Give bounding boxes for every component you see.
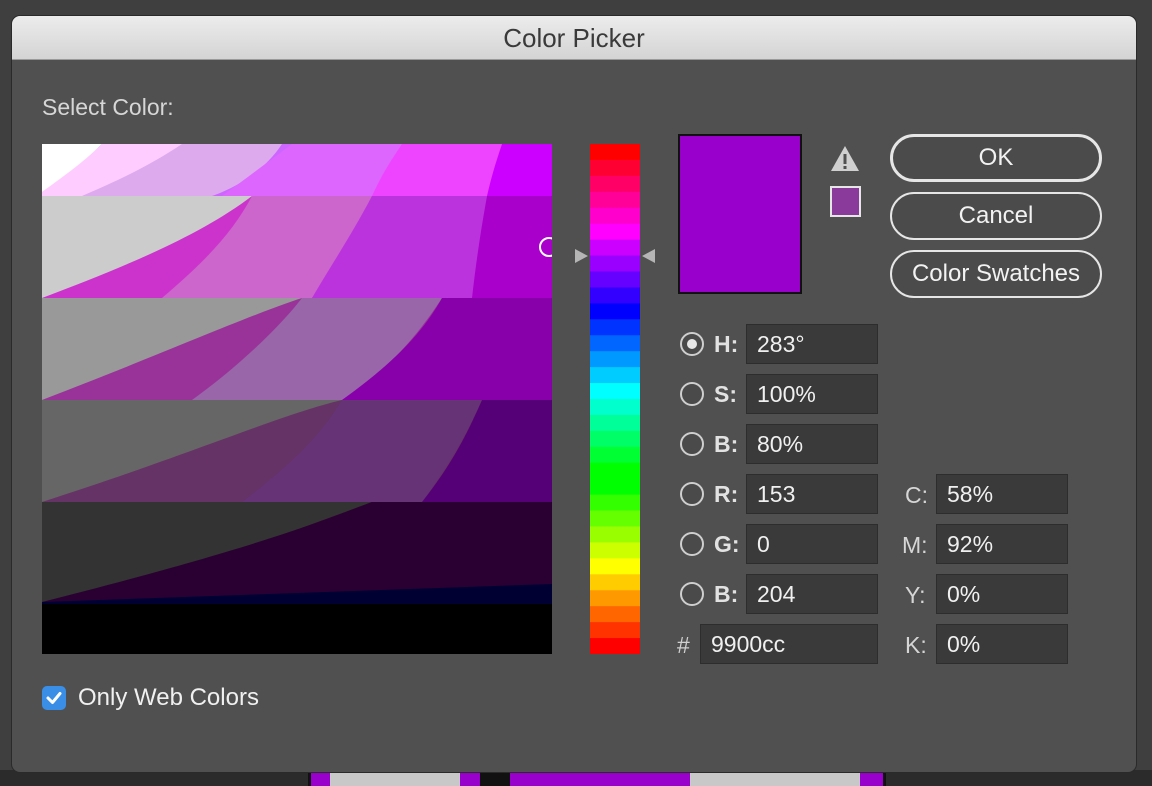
hue-step <box>590 590 640 607</box>
hue-step <box>590 526 640 544</box>
saturation-label: S: <box>714 381 737 407</box>
only-web-colors-checkbox[interactable] <box>42 686 66 710</box>
hue-step <box>590 144 640 161</box>
hue-step <box>590 462 640 480</box>
green-label: G: <box>714 531 740 557</box>
color-field[interactable] <box>42 144 552 654</box>
hue-step <box>590 430 640 448</box>
hue-step <box>590 271 640 289</box>
hue-step <box>590 367 640 384</box>
hue-step <box>590 558 640 575</box>
hue-step <box>590 574 640 591</box>
magenta-label: M: <box>902 532 928 558</box>
background-artwork-shape <box>690 770 860 786</box>
hue-label: H: <box>714 331 739 357</box>
blue-radio[interactable] <box>680 582 704 606</box>
cancel-button[interactable]: Cancel <box>890 192 1102 240</box>
saturation-radio[interactable] <box>680 382 704 406</box>
checkmark-icon <box>46 692 62 704</box>
slider-handle-left-icon[interactable] <box>575 249 588 263</box>
hue-step <box>590 510 640 528</box>
blue-label: B: <box>714 581 739 607</box>
hue-step <box>590 351 640 368</box>
yellow-label: Y: <box>905 582 926 608</box>
green-radio[interactable] <box>680 532 704 556</box>
hue-input[interactable]: 283° <box>746 324 878 364</box>
hue-radio[interactable] <box>680 332 704 356</box>
green-input[interactable]: 0 <box>746 524 878 564</box>
saturation-input[interactable]: 100% <box>746 374 878 414</box>
hue-step <box>590 303 640 320</box>
hue-step <box>590 414 640 432</box>
background-artwork-shape <box>480 770 510 786</box>
websafe-color-swatch[interactable] <box>830 186 861 217</box>
cyan-label: C: <box>905 482 928 508</box>
color-preview <box>678 134 802 294</box>
hue-step <box>590 319 640 336</box>
ok-button[interactable]: OK <box>890 134 1102 182</box>
hue-step <box>590 638 640 654</box>
brightness-input[interactable]: 80% <box>746 424 878 464</box>
hex-label: # <box>677 632 690 658</box>
black-input[interactable]: 0% <box>936 624 1068 664</box>
hue-step <box>590 622 640 639</box>
hue-step <box>590 494 640 512</box>
yellow-input[interactable]: 0% <box>936 574 1068 614</box>
window-title: Color Picker <box>503 23 645 53</box>
hue-step <box>590 175 640 193</box>
hue-step <box>590 606 640 623</box>
blue-input[interactable]: 204 <box>746 574 878 614</box>
hue-step <box>590 223 640 241</box>
select-color-label: Select Color: <box>42 94 174 120</box>
hue-slider[interactable] <box>590 144 640 654</box>
brightness-radio[interactable] <box>680 432 704 456</box>
red-label: R: <box>714 481 739 507</box>
hue-step <box>590 287 640 304</box>
hue-step <box>590 383 640 400</box>
hue-step <box>590 399 640 416</box>
black-label: K: <box>905 632 927 658</box>
color-picker-dialog: Color Picker Select Color: OK Cancel Col… <box>12 16 1136 772</box>
title-bar[interactable]: Color Picker <box>12 16 1136 60</box>
hue-step <box>590 335 640 352</box>
hue-step <box>590 239 640 257</box>
hue-step <box>590 255 640 273</box>
background-artwork-shape <box>330 770 460 786</box>
magenta-input[interactable]: 92% <box>936 524 1068 564</box>
hue-step <box>590 207 640 225</box>
hex-input[interactable]: 9900cc <box>700 624 878 664</box>
slider-handle-right-icon[interactable] <box>642 249 655 263</box>
desktop-background <box>0 770 1152 786</box>
hue-step <box>590 159 640 177</box>
hue-step <box>590 542 640 559</box>
cyan-input[interactable]: 58% <box>936 474 1068 514</box>
red-radio[interactable] <box>680 482 704 506</box>
only-web-colors-label[interactable]: Only Web Colors <box>78 684 259 712</box>
red-input[interactable]: 153 <box>746 474 878 514</box>
hue-step <box>590 191 640 209</box>
warning-triangle-icon[interactable] <box>830 144 860 174</box>
color-swatches-button[interactable]: Color Swatches <box>890 250 1102 298</box>
hue-step <box>590 446 640 464</box>
brightness-label: B: <box>714 431 739 457</box>
hue-step <box>590 478 640 496</box>
